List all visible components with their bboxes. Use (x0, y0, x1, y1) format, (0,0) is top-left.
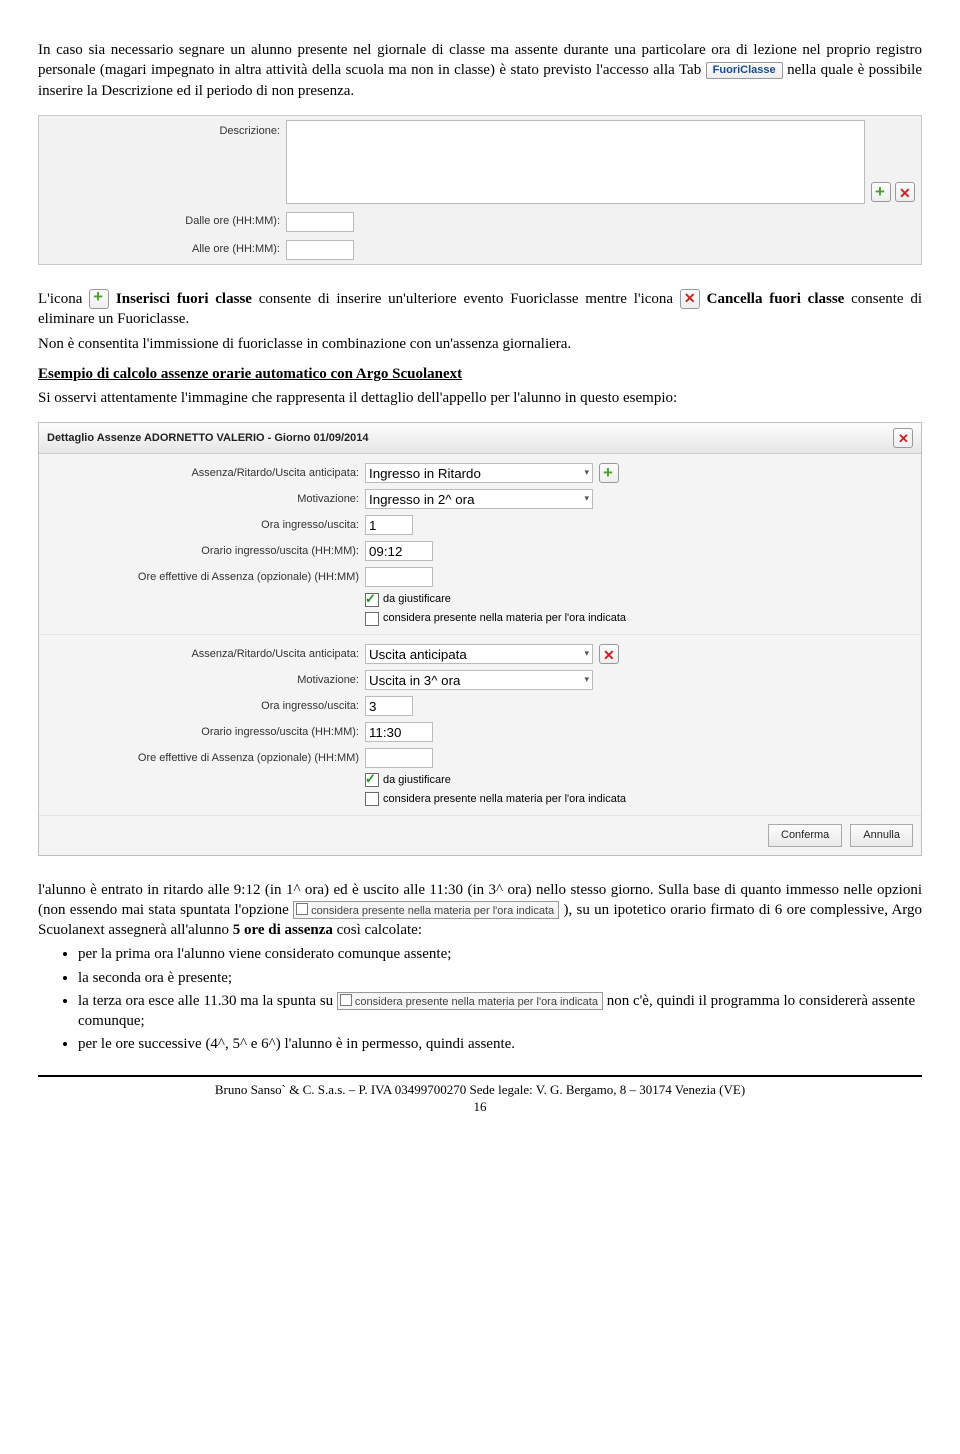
bullet-2: la seconda ora è presente; (78, 968, 922, 988)
label-motivazione-1: Motivazione: (49, 492, 365, 507)
cancella-label: Cancella fuori classe (707, 291, 845, 307)
absence-section-2: Assenza/Ritardo/Uscita anticipata: Motiv… (39, 635, 921, 816)
footer-line: Bruno Sanso` & C. S.a.s. – P. IVA 034997… (38, 1081, 922, 1099)
motivazione-select-1[interactable] (365, 489, 593, 509)
calculation-bullets: per la prima ora l'alunno viene consider… (78, 944, 922, 1054)
plus-icon-inline (89, 289, 109, 309)
ora-stepper-2[interactable] (365, 696, 413, 716)
checkbox-giustificare-1[interactable] (365, 593, 379, 607)
ore-effettive-input-1[interactable] (365, 567, 433, 587)
dialog-close-icon[interactable] (893, 428, 913, 448)
descrizione-textarea[interactable] (286, 120, 865, 204)
remove-absence-icon-2[interactable] (599, 644, 619, 664)
option-inline-2: considera presente nella materia per l'o… (337, 992, 603, 1010)
fuoriclasse-tab[interactable]: FuoriClasse (706, 62, 783, 79)
orario-input-1[interactable] (365, 541, 433, 561)
note-no-combination: Non è consentita l'immissione di fuoricl… (38, 334, 922, 354)
label-giustificare-1: da giustificare (383, 592, 451, 607)
label-ora-iu-1: Ora ingresso/uscita: (49, 518, 365, 533)
page-footer: Bruno Sanso` & C. S.a.s. – P. IVA 034997… (38, 1075, 922, 1116)
label-dalle-ore: Dalle ore (HH:MM): (45, 214, 286, 229)
cancel-icon-inline (680, 289, 700, 309)
five-hours-bold: 5 ore di assenza (233, 922, 333, 938)
label-assenza-2: Assenza/Ritardo/Uscita anticipata: (49, 647, 365, 662)
after-dialog-paragraph: l'alunno è entrato in ritardo alle 9:12 … (38, 880, 922, 941)
ora-stepper-1[interactable] (365, 515, 413, 535)
dalle-ore-input[interactable] (286, 212, 354, 232)
add-absence-icon-1[interactable] (599, 463, 619, 483)
assenza-select-2[interactable] (365, 644, 593, 664)
bullet-4: per le ore successive (4^, 5^ e 6^) l'al… (78, 1034, 922, 1054)
label-assenza-1: Assenza/Ritardo/Uscita anticipata: (49, 466, 365, 481)
checkbox-considera-presente-2[interactable] (365, 792, 379, 806)
checkbox-giustificare-2[interactable] (365, 773, 379, 787)
fuoriclasse-form: Descrizione: Dalle ore (HH:MM): Alle ore… (38, 115, 922, 265)
example-heading: Esempio di calcolo assenze orarie automa… (38, 366, 462, 382)
inserisci-label: Inserisci fuori classe (116, 291, 252, 307)
dettaglio-assenze-dialog: Dettaglio Assenze ADORNETTO VALERIO - Gi… (38, 422, 922, 855)
orario-input-2[interactable] (365, 722, 433, 742)
ore-effettive-input-2[interactable] (365, 748, 433, 768)
label-ore-eff-2: Ore effettive di Assenza (opzionale) (HH… (49, 751, 365, 766)
absence-section-1: Assenza/Ritardo/Uscita anticipata: Motiv… (39, 454, 921, 635)
checkbox-considera-presente-1[interactable] (365, 612, 379, 626)
bullet-3: la terza ora esce alle 11.30 ma la spunt… (78, 991, 922, 1032)
annulla-button[interactable]: Annulla (850, 824, 913, 847)
dialog-title: Dettaglio Assenze ADORNETTO VALERIO - Gi… (47, 431, 369, 446)
assenza-select-1[interactable] (365, 463, 593, 483)
label-alle-ore: Alle ore (HH:MM): (45, 242, 286, 257)
label-giustificare-2: da giustificare (383, 773, 451, 788)
label-considera-presente-2: considera presente nella materia per l'o… (383, 792, 626, 807)
label-ore-eff-1: Ore effettive di Assenza (opzionale) (HH… (49, 570, 365, 585)
motivazione-select-2[interactable] (365, 670, 593, 690)
page-number: 16 (38, 1098, 922, 1116)
conferma-button[interactable]: Conferma (768, 824, 842, 847)
option-inline-1: considera presente nella materia per l'o… (293, 901, 559, 919)
label-orario-1: Orario ingresso/uscita (HH:MM): (49, 544, 365, 559)
intro-paragraph: In caso sia necessario segnare un alunno… (38, 40, 922, 101)
example-intro: Si osservi attentamente l'immagine che r… (38, 388, 922, 408)
label-considera-presente-1: considera presente nella materia per l'o… (383, 611, 626, 626)
label-ora-iu-2: Ora ingresso/uscita: (49, 699, 365, 714)
bullet-1: per la prima ora l'alunno viene consider… (78, 944, 922, 964)
icon-explanation: L'icona Inserisci fuori classe consente … (38, 289, 922, 330)
label-descrizione: Descrizione: (45, 120, 286, 139)
label-orario-2: Orario ingresso/uscita (HH:MM): (49, 725, 365, 740)
alle-ore-input[interactable] (286, 240, 354, 260)
delete-fuoriclasse-icon[interactable] (895, 182, 915, 202)
label-motivazione-2: Motivazione: (49, 673, 365, 688)
add-fuoriclasse-icon[interactable] (871, 182, 891, 202)
